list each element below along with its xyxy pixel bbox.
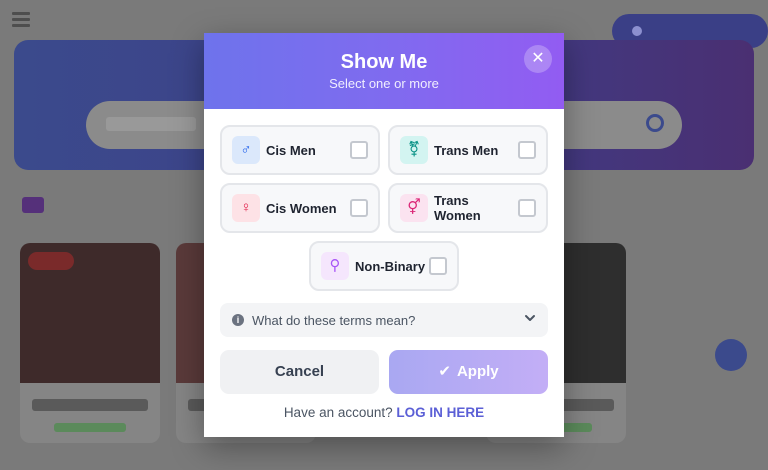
checkbox[interactable]	[518, 141, 536, 159]
menu-icon	[12, 12, 30, 28]
option-trans-women[interactable]: ⚥ Trans Women	[388, 183, 548, 233]
apply-label: Apply	[456, 363, 499, 380]
stream-card	[20, 243, 160, 443]
checkbox[interactable]	[518, 199, 536, 217]
login-prompt-line: Have an account? LOG IN HERE	[204, 405, 564, 420]
currently-live-heading	[22, 196, 54, 218]
cancel-button[interactable]: Cancel	[220, 350, 379, 394]
apply-button[interactable]: ✔ Apply	[389, 350, 548, 394]
option-non-binary[interactable]: ⚲ Non-Binary	[309, 241, 459, 291]
option-cis-women[interactable]: ♀ Cis Women	[220, 183, 380, 233]
checkbox[interactable]	[350, 141, 368, 159]
login-link[interactable]: LOG IN HERE	[396, 405, 484, 420]
nonbinary-symbol-icon: ⚲	[321, 252, 349, 280]
option-cis-men[interactable]: ♂ Cis Men	[220, 125, 380, 175]
login-prompt: Have an account?	[283, 405, 393, 420]
terms-info-toggle[interactable]: i What do these terms mean?	[220, 303, 548, 337]
option-label: Cis Women	[266, 200, 337, 216]
checkbox[interactable]	[429, 257, 447, 275]
chevron-down-icon	[525, 315, 535, 321]
male-symbol-icon: ♂	[232, 136, 260, 164]
transgender-symbol-icon: ⚧	[400, 136, 428, 164]
check-icon: ✔	[438, 363, 451, 380]
female-symbol-icon: ♀	[232, 194, 260, 222]
option-label: Cis Men	[266, 142, 316, 158]
info-icon: i	[232, 314, 244, 326]
info-text: What do these terms mean?	[252, 313, 416, 328]
option-label: Trans Women	[434, 193, 481, 223]
search-icon	[646, 114, 664, 132]
transgender-female-symbol-icon: ⚥	[400, 194, 428, 222]
chat-fab	[715, 339, 747, 371]
option-label: Non-Binary	[355, 258, 426, 274]
modal-subtitle: Select one or more	[329, 76, 439, 91]
modal-title: Show Me	[340, 51, 428, 73]
option-trans-men[interactable]: ⚧ Trans Men	[388, 125, 548, 175]
option-label: Trans Men	[434, 142, 499, 158]
show-me-modal: Show Me Select one or more ✕ ♂ Cis Men ⚧…	[204, 33, 564, 437]
close-icon[interactable]: ✕	[524, 45, 552, 73]
checkbox[interactable]	[350, 199, 368, 217]
modal-header: Show Me Select one or more ✕	[204, 33, 564, 109]
